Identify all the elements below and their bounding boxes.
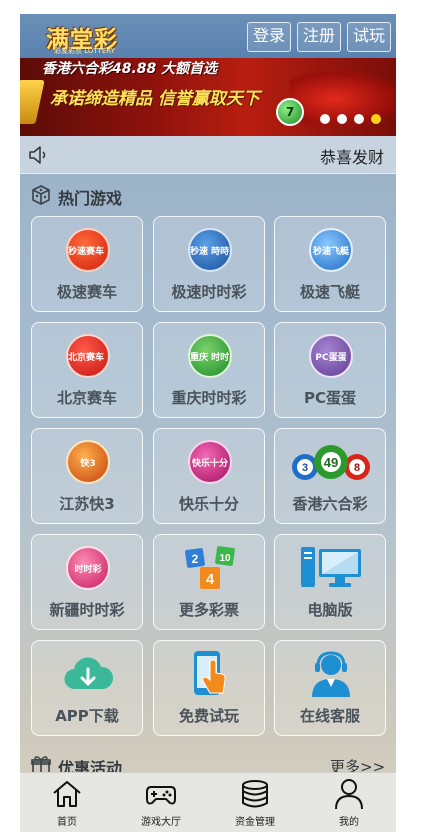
happy-ten-icon: 快乐十分 [187, 439, 233, 485]
notice-bar: 恭喜发财 [20, 136, 396, 174]
game-tile-happy-ten[interactable]: 快乐十分 快乐十分 [153, 428, 265, 524]
pc-egg-icon: PC蛋蛋 [308, 333, 354, 379]
app-frame: 满堂彩 彩发彩票 LOTTERY 登录 注册 试玩 香港六合彩48.88 大额首… [20, 14, 396, 832]
game-label: 快乐十分 [178, 495, 239, 513]
speed-racing-icon: 秒速赛车 PK10 [65, 227, 111, 273]
home-icon [53, 781, 81, 807]
gamepad-icon [146, 786, 176, 805]
banner-dot[interactable] [354, 114, 364, 124]
game-label: 北京赛车 [56, 389, 117, 407]
app-download-tile[interactable]: APP下载 [31, 640, 143, 736]
banner-lottery-ball: 7 [276, 98, 304, 126]
chongqing-ssc-icon: 重庆 时时彩 [187, 333, 233, 379]
game-tile-xinjiang-ssc[interactable]: 时时彩 新疆时时彩 [31, 534, 143, 630]
game-label: 更多彩票 [178, 601, 239, 619]
desktop-icon [301, 547, 361, 587]
coins-icon [242, 780, 268, 808]
notice-marquee-text: 恭喜发财 [320, 148, 385, 167]
game-tile-pc-egg[interactable]: PC蛋蛋 PC蛋蛋 [274, 322, 386, 418]
game-label: 极速飞艇 [299, 283, 360, 301]
nav-fund-management[interactable]: 资金管理 [208, 773, 302, 832]
svg-text:8: 8 [354, 462, 360, 474]
trial-button[interactable]: 试玩 [347, 22, 391, 52]
banner-coin-graphic [20, 80, 45, 124]
game-tile-jiangsu-k3[interactable]: 快3 江苏快3 [31, 428, 143, 524]
game-tile-speed-airship[interactable]: 秒速飞艇 极速飞艇 [274, 216, 386, 312]
hk-mark-six-icon: 3 8 49 [292, 445, 370, 480]
beijing-racing-icon: 北京赛车 PK10 [65, 333, 111, 379]
app-download-icon [64, 657, 113, 690]
xinjiang-ssc-icon: 时时彩 [65, 545, 111, 591]
desktop-version-tile[interactable]: 电脑版 [274, 534, 386, 630]
game-tile-more-lottery[interactable]: 2 10 4 更多彩票 [153, 534, 265, 630]
game-label: 江苏快3 [59, 495, 115, 513]
nav-my-account[interactable]: 我的 [302, 773, 396, 832]
speaker-icon [29, 146, 46, 164]
game-label: 重庆时时彩 [171, 389, 247, 407]
customer-service-tile[interactable]: 在线客服 [274, 640, 386, 736]
game-tile-chongqing-ssc[interactable]: 重庆 时时彩 重庆时时彩 [153, 322, 265, 418]
nav-home[interactable]: 首页 [20, 773, 114, 832]
nav-label: 首页 [57, 817, 77, 828]
dice-icon [32, 185, 50, 205]
banner-dot[interactable] [320, 114, 330, 124]
game-label: 极速时时彩 [171, 283, 247, 301]
free-trial-icon [194, 651, 226, 695]
user-icon [335, 779, 363, 810]
game-tile-speed-ssc[interactable]: 秒速 時時彩 极速时时彩 [153, 216, 265, 312]
banner-top-text: 香港六合彩48.88 大额首选 [42, 61, 218, 77]
game-tile-beijing-racing[interactable]: 北京赛车 PK10 北京赛车 [31, 322, 143, 418]
svg-text:49: 49 [324, 455, 338, 470]
svg-text:10: 10 [219, 553, 231, 564]
game-tile-speed-racing[interactable]: 秒速赛车 PK10 极速赛车 [31, 216, 143, 312]
svg-text:3: 3 [302, 462, 308, 474]
banner-main-text: 承诺缔造精品 信誉赢取天下 [50, 89, 260, 109]
speed-airship-icon: 秒速飞艇 [308, 227, 354, 273]
nav-game-hall[interactable]: 游戏大厅 [114, 773, 208, 832]
banner-dot-active[interactable] [371, 114, 381, 124]
register-button[interactable]: 注册 [297, 22, 341, 52]
game-tile-hk-mark-six[interactable]: 3 8 49 香港六合彩 [274, 428, 386, 524]
jiangsu-k3-icon: 快3 [65, 439, 111, 485]
svg-text:4: 4 [206, 571, 215, 588]
free-trial-tile[interactable]: 免费试玩 [153, 640, 265, 736]
game-label: 新疆时时彩 [49, 601, 125, 619]
speed-ssc-icon: 秒速 時時彩 [187, 227, 233, 273]
logo-subtitle: 彩发彩票 LOTTERY [54, 47, 115, 55]
game-label: 香港六合彩 [292, 495, 368, 513]
game-label: 极速赛车 [56, 283, 117, 301]
game-label: PC蛋蛋 [303, 389, 356, 407]
banner-dot[interactable] [337, 114, 347, 124]
nav-label: 资金管理 [235, 817, 275, 828]
game-label: 在线客服 [299, 707, 360, 725]
game-label: 免费试玩 [178, 707, 239, 725]
hot-games-title: 热门游戏 [58, 189, 123, 208]
site-logo[interactable]: 满堂彩 彩发彩票 LOTTERY [46, 20, 136, 55]
game-label: APP下载 [55, 707, 119, 725]
nav-label: 游戏大厅 [141, 817, 181, 828]
svg-text:2: 2 [192, 552, 199, 566]
game-label: 电脑版 [307, 601, 353, 619]
nav-label: 我的 [339, 817, 359, 828]
more-lottery-icon: 2 10 4 [185, 546, 235, 589]
promo-banner[interactable]: 香港六合彩48.88 大额首选 承诺缔造精品 信誉赢取天下 7 [20, 58, 396, 136]
top-header: 满堂彩 彩发彩票 LOTTERY 登录 注册 试玩 [20, 14, 396, 58]
customer-service-icon [312, 651, 350, 697]
bottom-navigation: 首页 游戏大厅 资金管理 我的 [20, 772, 396, 832]
login-button[interactable]: 登录 [247, 22, 291, 52]
